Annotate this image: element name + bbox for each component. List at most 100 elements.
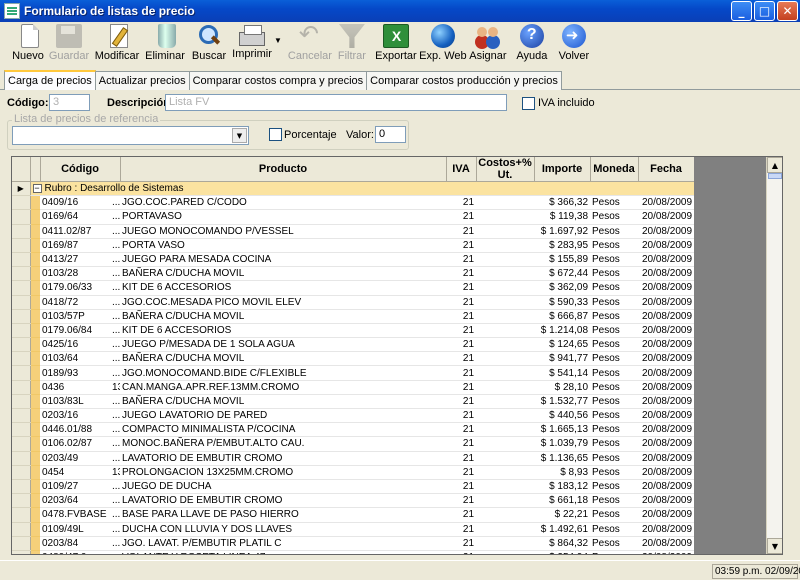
table-row[interactable]: 0106.02/87... MONOC.BAÑERA P/EMBUT.ALTO C…	[12, 436, 694, 452]
valor-field[interactable]: 0	[375, 126, 406, 143]
cell-iva[interactable]: 21	[446, 550, 477, 554]
cell-importe[interactable]: $ 590,33	[534, 295, 591, 310]
cell-producto[interactable]: BAÑERA C/DUCHA MOVIL	[120, 394, 447, 410]
cell-extra[interactable]: ...	[110, 238, 121, 253]
tab-actualizar-precios[interactable]: Actualizar precios	[94, 71, 190, 90]
table-row[interactable]: 0103/64... BAÑERA C/DUCHA MOVIL 21 $ 941,77…	[12, 351, 694, 367]
row-selector[interactable]	[12, 295, 31, 310]
row-selector[interactable]	[12, 195, 31, 211]
table-row[interactable]: 0203/16... JUEGO LAVATORIO DE PARED 21 $ 44…	[12, 408, 694, 424]
cell-moneda[interactable]: Pesos	[590, 252, 639, 268]
cell-extra[interactable]: ...	[110, 224, 121, 239]
cell-iva[interactable]: 21	[446, 224, 477, 239]
cell-iva[interactable]: 21	[446, 436, 477, 452]
row-selector[interactable]	[12, 309, 31, 324]
cell-importe[interactable]: $ 661,18	[534, 493, 591, 509]
cell-moneda[interactable]: Pesos	[590, 436, 639, 452]
cell-iva[interactable]: 21	[446, 266, 477, 282]
cell-iva[interactable]: 21	[446, 351, 477, 367]
search-button[interactable]: Buscar	[188, 22, 230, 66]
scroll-up-icon[interactable]: ▲	[767, 157, 782, 173]
cell-codigo[interactable]: 0203/64	[40, 493, 110, 509]
cell-costos[interactable]	[476, 238, 535, 253]
row-selector[interactable]	[12, 238, 31, 253]
cell-importe[interactable]: $ 1.039,79	[534, 436, 591, 452]
table-row[interactable]: 0103/57P... BAÑERA C/DUCHA MOVIL 21 $ 666,8…	[12, 309, 694, 324]
cell-extra[interactable]: ...	[110, 536, 121, 551]
row-selector[interactable]	[12, 351, 31, 367]
cell-costos[interactable]	[476, 465, 535, 480]
cancel-button[interactable]: Cancelar	[288, 20, 332, 66]
cell-fecha[interactable]: 20/08/2009	[638, 195, 694, 211]
row-selector[interactable]	[12, 479, 31, 495]
cell-codigo[interactable]: 0103/57P	[40, 309, 110, 324]
porcentaje-checkbox[interactable]	[269, 128, 282, 141]
cell-importe[interactable]: $ 1.665,13	[534, 422, 591, 438]
cell-producto[interactable]: BAÑERA C/DUCHA MOVIL	[120, 309, 447, 324]
cell-iva[interactable]: 21	[446, 408, 477, 424]
cell-codigo[interactable]: 0169/64	[40, 209, 110, 225]
cell-iva[interactable]: 21	[446, 380, 477, 395]
cell-importe[interactable]: $ 119,38	[534, 209, 591, 225]
minimize-icon[interactable]: _	[731, 1, 752, 21]
cell-fecha[interactable]: 20/08/2009	[638, 323, 694, 339]
table-row[interactable]: 0103/28... BAÑERA C/DUCHA MOVIL 21 $ 672,44…	[12, 266, 694, 282]
column-header-producto[interactable]: Producto	[120, 157, 447, 182]
delete-button[interactable]: Eliminar	[142, 22, 188, 66]
cell-iva[interactable]: 21	[446, 238, 477, 253]
cell-codigo[interactable]: 0109/27	[40, 479, 110, 495]
cell-extra[interactable]: ...	[110, 394, 121, 410]
row-selector[interactable]	[12, 536, 31, 551]
cell-costos[interactable]	[476, 252, 535, 268]
close-icon[interactable]: ✕	[777, 1, 798, 21]
cell-codigo[interactable]: 0103/64	[40, 351, 110, 367]
column-header-moneda[interactable]: Moneda	[590, 157, 639, 182]
cell-extra[interactable]: ...	[110, 266, 121, 282]
cell-iva[interactable]: 21	[446, 422, 477, 438]
cell-importe[interactable]: $ 1.532,77	[534, 394, 591, 410]
group-row[interactable]: ▶ − Rubro : Desarrollo de Sistemas	[12, 181, 694, 197]
save-button[interactable]: Guardar	[46, 22, 92, 66]
cell-costos[interactable]	[476, 323, 535, 339]
cell-moneda[interactable]: Pesos	[590, 422, 639, 438]
column-header-fecha[interactable]: Fecha	[638, 157, 694, 182]
cell-fecha[interactable]: 20/08/2009	[638, 465, 694, 480]
cell-codigo[interactable]: 0409/16	[40, 195, 110, 211]
cell-producto[interactable]: DUCHA CON LLUVIA Y DOS LLAVES	[120, 522, 447, 537]
cell-costos[interactable]	[476, 479, 535, 495]
cell-codigo[interactable]: 0203/16	[40, 408, 110, 424]
cell-costos[interactable]	[476, 209, 535, 225]
table-row[interactable]: 0413/27... JUEGO PARA MESADA COCINA 21 $ 15…	[12, 252, 694, 268]
cell-costos[interactable]	[476, 408, 535, 424]
cell-costos[interactable]	[476, 394, 535, 410]
cell-fecha[interactable]: 20/08/2009	[638, 493, 694, 509]
column-header-codigo[interactable]: Código	[40, 157, 121, 182]
table-row[interactable]: 0103/83L... BAÑERA C/DUCHA MOVIL 21 $ 1.532…	[12, 394, 694, 410]
iva-incluido-checkbox[interactable]	[522, 97, 535, 110]
cell-costos[interactable]	[476, 536, 535, 551]
cell-extra[interactable]: ...	[110, 550, 121, 554]
row-selector[interactable]	[12, 224, 31, 239]
cell-importe[interactable]: $ 864,32	[534, 536, 591, 551]
cell-extra[interactable]: ...	[110, 451, 121, 466]
cell-moneda[interactable]: Pesos	[590, 380, 639, 395]
table-row[interactable]: 0203/64... LAVATORIO DE EMBUTIR CROMO 21 $ …	[12, 493, 694, 509]
cell-moneda[interactable]: Pesos	[590, 394, 639, 410]
cell-iva[interactable]: 21	[446, 493, 477, 509]
row-selector[interactable]	[12, 522, 31, 537]
table-row[interactable]: 0425/16... JUEGO P/MESADA DE 1 SOLA AGUA 2…	[12, 337, 694, 353]
table-row[interactable]: 0109/49L... DUCHA CON LLUVIA Y DOS LLAVES…	[12, 522, 694, 537]
cell-codigo[interactable]: 0179.06/33	[40, 280, 110, 296]
cell-fecha[interactable]: 20/08/2009	[638, 252, 694, 268]
print-dropdown-arrow-icon[interactable]: ▼	[274, 36, 282, 66]
cell-fecha[interactable]: 20/08/2009	[638, 451, 694, 466]
cell-extra[interactable]: ...	[110, 195, 121, 211]
cell-iva[interactable]: 21	[446, 522, 477, 537]
cell-moneda[interactable]: Pesos	[590, 280, 639, 296]
maximize-icon[interactable]: □	[754, 1, 775, 21]
cell-fecha[interactable]: 20/08/2009	[638, 550, 694, 554]
cell-iva[interactable]: 21	[446, 479, 477, 495]
row-selector[interactable]	[12, 323, 31, 339]
cell-importe[interactable]: $ 28,10	[534, 380, 591, 395]
cell-codigo[interactable]: 0413/27	[40, 252, 110, 268]
